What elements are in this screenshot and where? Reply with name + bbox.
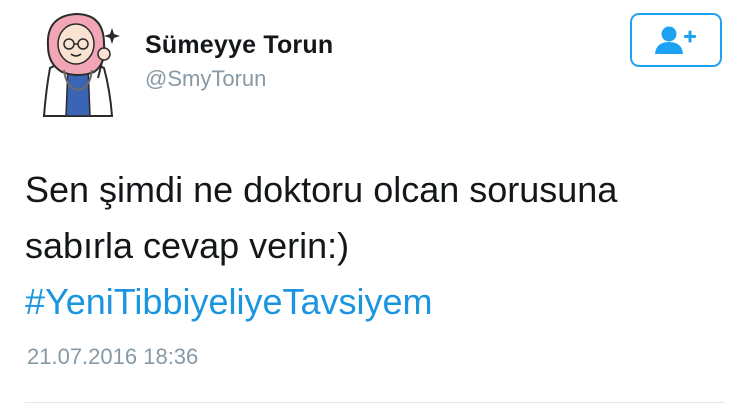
display-name[interactable]: Sümeyye Torun xyxy=(145,31,333,60)
follow-button[interactable] xyxy=(630,13,722,67)
user-handle[interactable]: @SmyTorun xyxy=(145,66,266,92)
tweet-timestamp[interactable]: 21.07.2016 18:36 xyxy=(27,344,198,370)
hashtag-link[interactable]: #YeniTibbiyeliyeTavsiyem xyxy=(25,274,715,330)
divider xyxy=(25,402,725,403)
tweet-text-line: Sen şimdi ne doktoru olcan sorusuna xyxy=(25,169,618,210)
tweet-text: Sen şimdi ne doktoru olcan sorusuna sabı… xyxy=(25,162,715,330)
avatar[interactable] xyxy=(28,6,128,118)
tweet-text-line: sabırla cevap verin:) xyxy=(25,225,350,266)
add-user-icon xyxy=(655,26,696,54)
doctor-avatar-icon xyxy=(42,12,120,117)
